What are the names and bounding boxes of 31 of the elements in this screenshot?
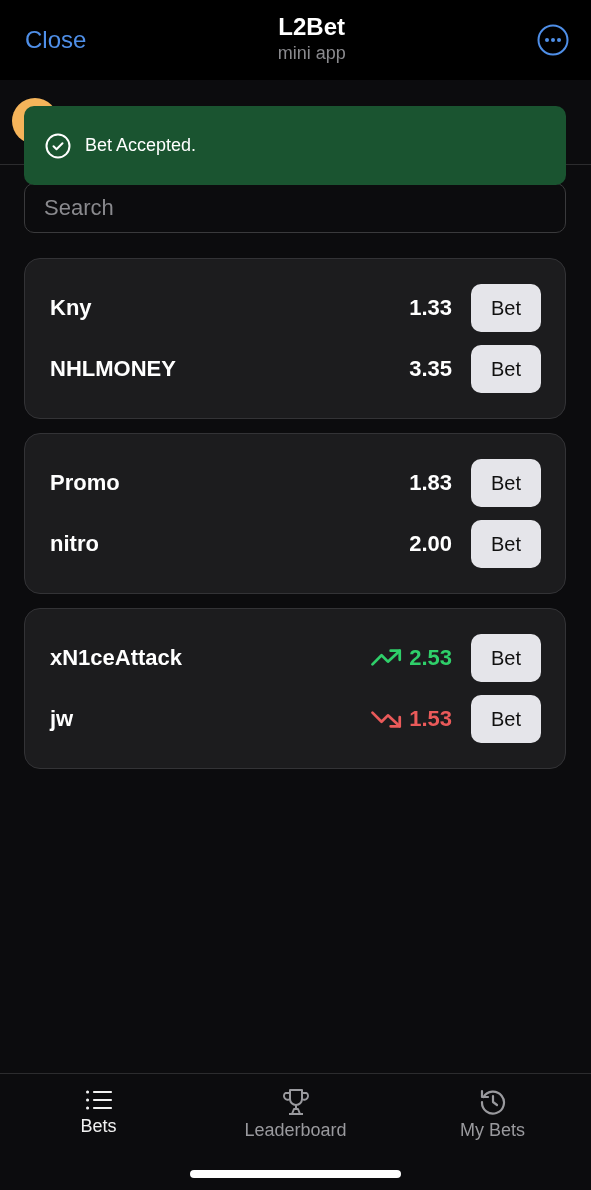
close-link[interactable]: Close [25, 26, 87, 54]
app-subtitle: mini app [277, 42, 346, 64]
history-icon [478, 1088, 507, 1116]
bet-button[interactable]: Bet [471, 459, 541, 507]
tab-item[interactable]: My Bets [412, 1088, 573, 1153]
odds-value: 3.35 [409, 356, 452, 382]
odds-value: 1.33 [409, 295, 452, 321]
odds-value: 1.53 [409, 706, 452, 732]
bet-button[interactable]: Bet [471, 520, 541, 568]
list-icon [84, 1088, 113, 1112]
player-name: Kny [50, 295, 92, 321]
app-title: L2Bet [278, 12, 345, 41]
odds-value: 1.83 [409, 470, 452, 496]
more-icon[interactable] [537, 24, 569, 56]
player-name: nitro [50, 531, 99, 557]
tab-item[interactable]: Bets [18, 1088, 179, 1153]
player-name: jw [50, 706, 74, 732]
odds-value: 2.53 [409, 645, 452, 671]
player-name: NHLMONEY [50, 356, 176, 382]
player-name: Promo [50, 470, 120, 496]
bet-button[interactable]: Bet [471, 695, 541, 743]
tab-item[interactable]: Leaderboard [215, 1088, 376, 1153]
player-name: xN1ceAttack [50, 645, 183, 671]
bet-button[interactable]: Bet [471, 345, 541, 393]
bet-button[interactable]: Bet [471, 634, 541, 682]
search-field[interactable]: Search [24, 183, 566, 233]
toast-message: Bet Accepted. [85, 135, 197, 156]
odds-value: 2.00 [409, 531, 452, 557]
trophy-icon [281, 1088, 310, 1116]
check-circle-icon [45, 132, 71, 159]
bet-button[interactable]: Bet [471, 284, 541, 332]
